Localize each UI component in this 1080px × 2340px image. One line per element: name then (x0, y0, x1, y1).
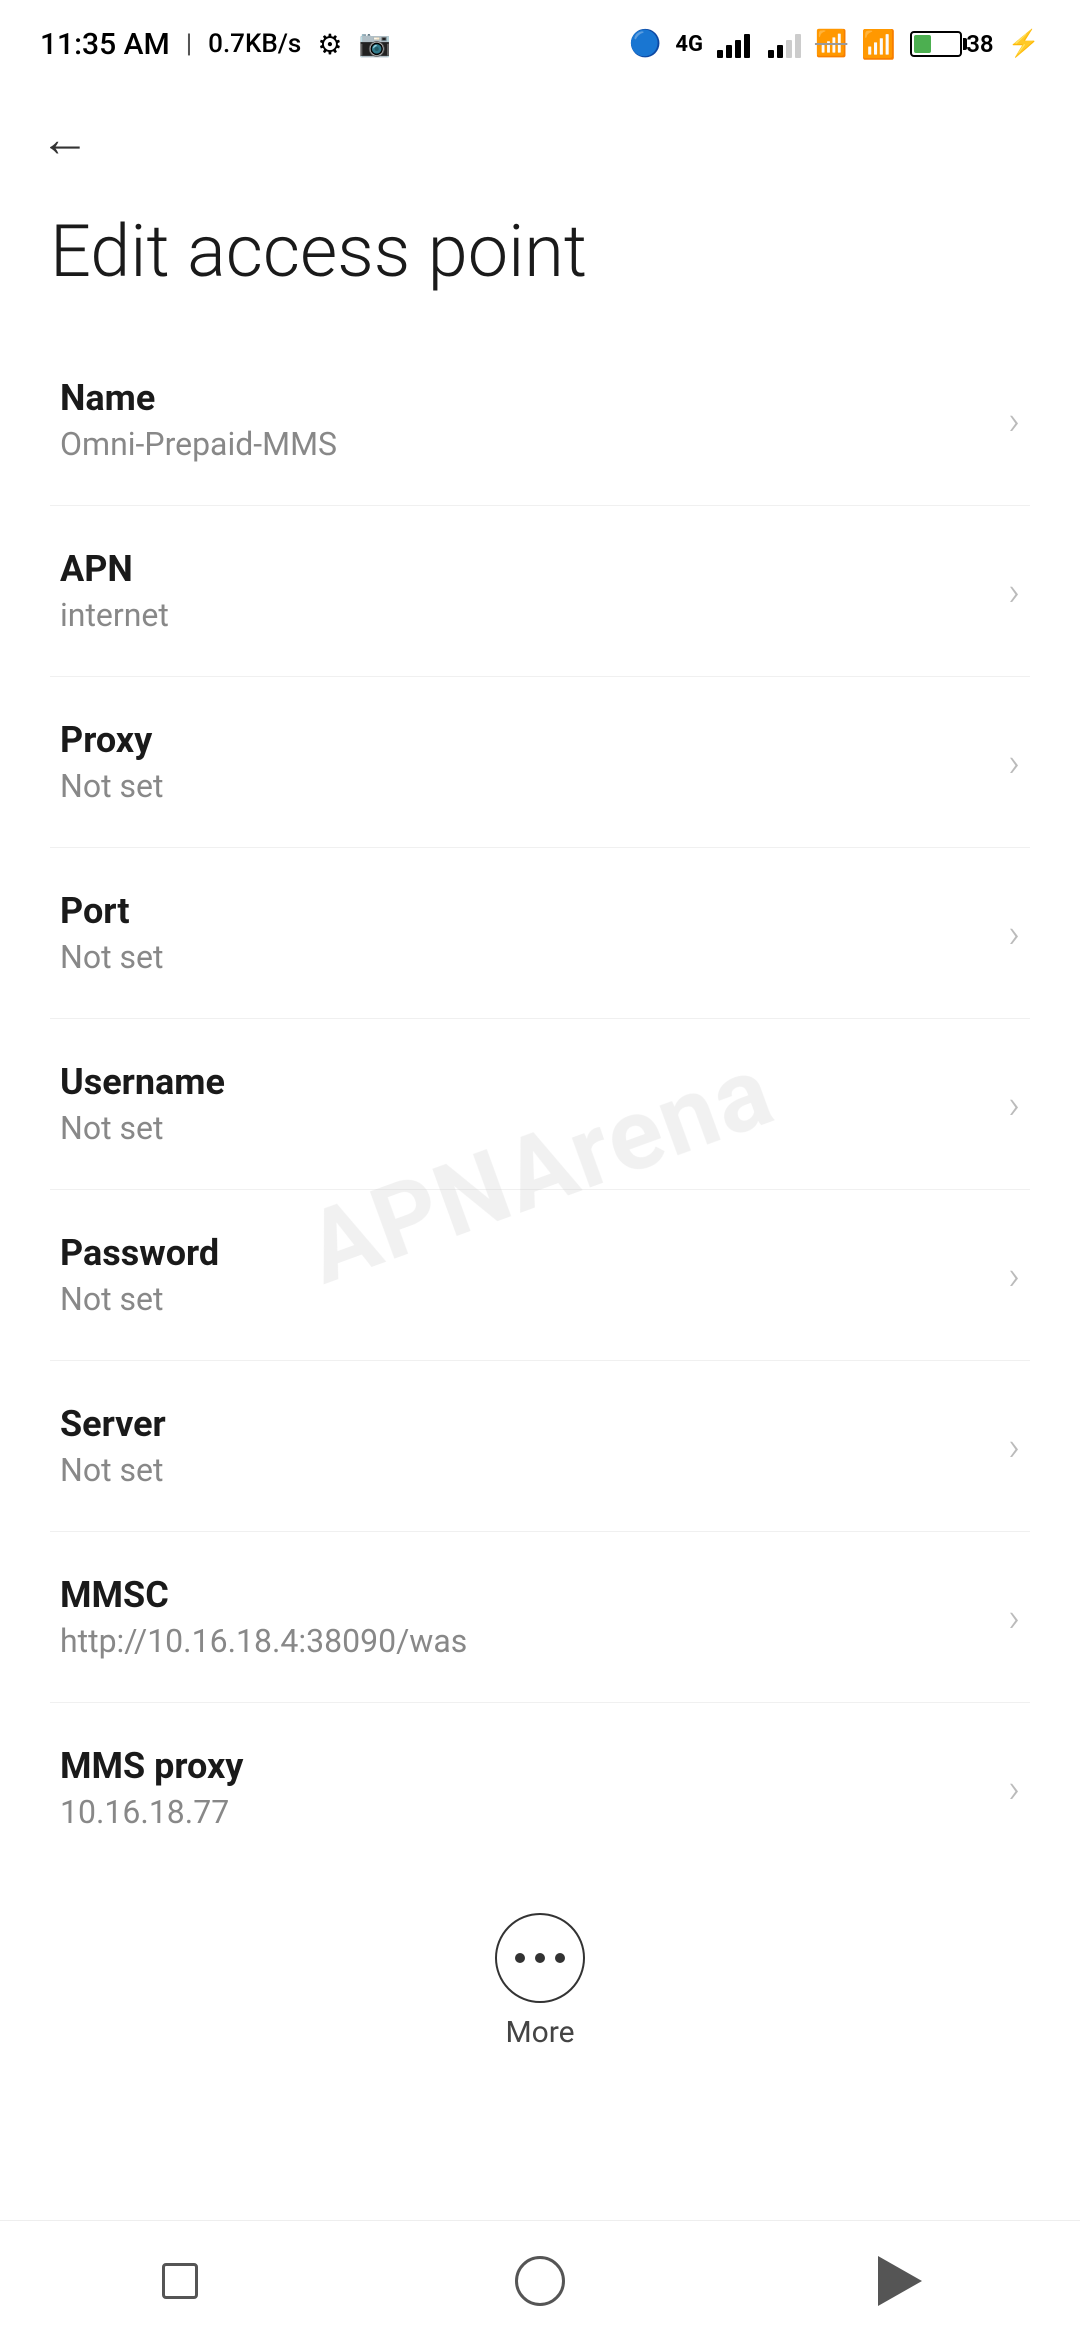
chevron-icon-apn: › (1008, 568, 1020, 615)
chevron-icon-mmsc: › (1008, 1594, 1020, 1641)
settings-item-name[interactable]: Name Omni-Prepaid-MMS › (50, 335, 1030, 506)
settings-list: Name Omni-Prepaid-MMS › APN internet › P… (0, 335, 1080, 1873)
signal-bars-2 (768, 30, 801, 58)
page-title: Edit access point (0, 189, 1080, 335)
settings-label-port: Port (60, 890, 988, 932)
more-section: More (0, 1873, 1080, 2100)
settings-item-proxy[interactable]: Proxy Not set › (50, 677, 1030, 848)
status-left: 11:35 AM | 0.7KB/s ⚙ 📷 (40, 27, 391, 62)
status-bar: 11:35 AM | 0.7KB/s ⚙ 📷 🔵 4G 📶 📶 38 ⚡ (0, 0, 1080, 80)
settings-item-content-mms-proxy: MMS proxy 10.16.18.77 (60, 1745, 988, 1831)
recents-icon (162, 2263, 198, 2299)
settings-value-port: Not set (60, 938, 988, 976)
camera-icon: 📷 (358, 29, 390, 59)
settings-label-name: Name (60, 377, 988, 419)
settings-item-content-server: Server Not set (60, 1403, 988, 1489)
signal-bars-1 (717, 30, 750, 58)
settings-value-mms-proxy: 10.16.18.77 (60, 1793, 988, 1831)
more-button[interactable] (495, 1913, 585, 2003)
chevron-icon-name: › (1008, 397, 1020, 444)
time-display: 11:35 AM (40, 27, 170, 62)
settings-item-username[interactable]: Username Not set › (50, 1019, 1030, 1190)
nav-home-button[interactable] (500, 2241, 580, 2321)
settings-item-apn[interactable]: APN internet › (50, 506, 1030, 677)
back-icon (878, 2256, 922, 2306)
settings-item-content-name: Name Omni-Prepaid-MMS (60, 377, 988, 463)
settings-item-mms-proxy[interactable]: MMS proxy 10.16.18.77 › (50, 1703, 1030, 1873)
settings-item-password[interactable]: Password Not set › (50, 1190, 1030, 1361)
lte-badge: 4G (675, 32, 703, 57)
settings-value-proxy: Not set (60, 767, 988, 805)
network-speed: 0.7KB/s (208, 29, 301, 59)
settings-item-content-password: Password Not set (60, 1232, 988, 1318)
settings-value-apn: internet (60, 596, 988, 634)
nav-back-button[interactable] (860, 2241, 940, 2321)
settings-label-mmsc: MMSC (60, 1574, 988, 1616)
settings-item-mmsc[interactable]: MMSC http://10.16.18.4:38090/was › (50, 1532, 1030, 1703)
home-icon (515, 2256, 565, 2306)
no-signal-icon: 📶 (815, 29, 847, 59)
settings-item-content-mmsc: MMSC http://10.16.18.4:38090/was (60, 1574, 988, 1660)
settings-label-username: Username (60, 1061, 988, 1103)
bluetooth-icon: 🔵 (629, 29, 661, 59)
settings-item-content-apn: APN internet (60, 548, 988, 634)
settings-item-content-username: Username Not set (60, 1061, 988, 1147)
settings-label-server: Server (60, 1403, 988, 1445)
battery-level: 38 (966, 30, 993, 58)
settings-value-username: Not set (60, 1109, 988, 1147)
bottom-nav (0, 2220, 1080, 2340)
wifi-icon: 📶 (861, 28, 896, 61)
settings-value-server: Not set (60, 1451, 988, 1489)
more-label: More (505, 2015, 574, 2050)
nav-recents-button[interactable] (140, 2241, 220, 2321)
settings-item-port[interactable]: Port Not set › (50, 848, 1030, 1019)
back-button[interactable]: ← (40, 110, 90, 169)
settings-value-mmsc: http://10.16.18.4:38090/was (60, 1622, 988, 1660)
settings-label-password: Password (60, 1232, 988, 1274)
charging-icon: ⚡ (1008, 29, 1040, 59)
settings-label-apn: APN (60, 548, 988, 590)
speed-display: | (186, 29, 192, 59)
settings-value-password: Not set (60, 1280, 988, 1318)
top-nav: ← (0, 80, 1080, 189)
settings-item-content-port: Port Not set (60, 890, 988, 976)
settings-value-name: Omni-Prepaid-MMS (60, 425, 988, 463)
status-right: 🔵 4G 📶 📶 38 ⚡ (629, 28, 1040, 61)
settings-label-proxy: Proxy (60, 719, 988, 761)
battery-container: 38 (910, 30, 993, 58)
settings-item-content-proxy: Proxy Not set (60, 719, 988, 805)
chevron-icon-mms-proxy: › (1008, 1765, 1020, 1812)
chevron-icon-proxy: › (1008, 739, 1020, 786)
battery-icon (910, 31, 962, 57)
settings-icon: ⚙ (317, 28, 342, 61)
settings-label-mms-proxy: MMS proxy (60, 1745, 988, 1787)
more-dots-icon (515, 1953, 565, 1963)
chevron-icon-username: › (1008, 1081, 1020, 1128)
chevron-icon-server: › (1008, 1423, 1020, 1470)
chevron-icon-port: › (1008, 910, 1020, 957)
settings-item-server[interactable]: Server Not set › (50, 1361, 1030, 1532)
chevron-icon-password: › (1008, 1252, 1020, 1299)
